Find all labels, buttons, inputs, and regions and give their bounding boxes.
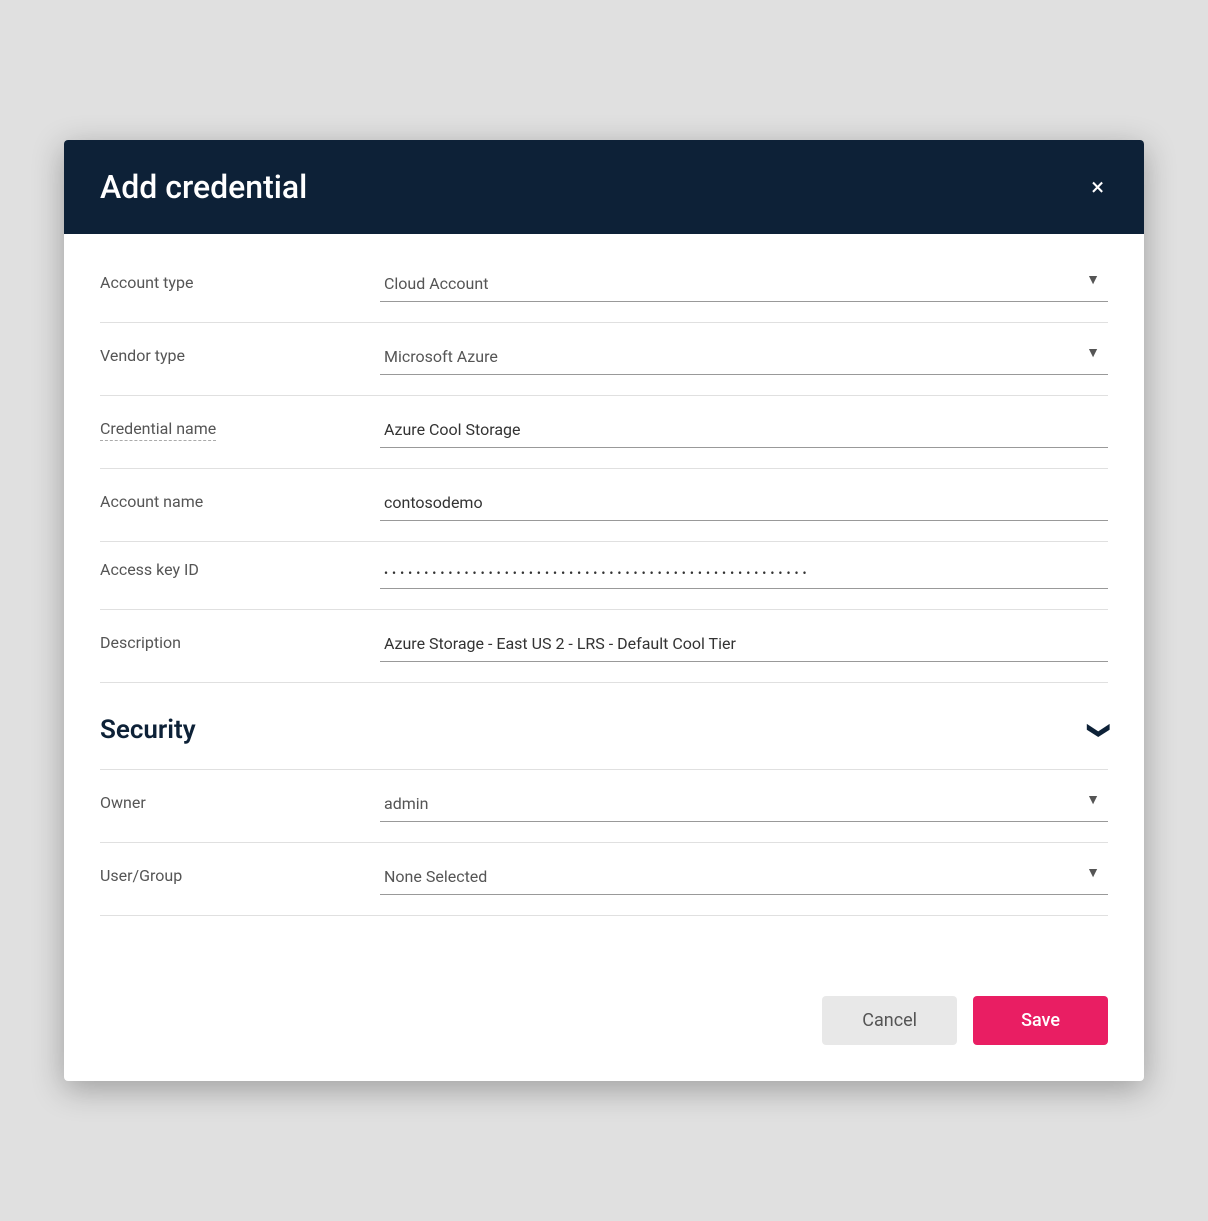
vendor-type-label: Vendor type: [100, 346, 380, 375]
user-group-control: None Selected ▼: [380, 859, 1108, 895]
account-name-label: Account name: [100, 492, 380, 521]
divider-3: [100, 468, 1108, 469]
description-control: [380, 626, 1108, 662]
modal-title: Add credential: [100, 168, 307, 206]
divider-2: [100, 395, 1108, 396]
close-button[interactable]: ×: [1087, 171, 1108, 203]
modal-body: Account type Cloud Account ▼ Vendor type…: [64, 234, 1144, 964]
credential-name-input[interactable]: [380, 412, 1108, 448]
account-type-select[interactable]: Cloud Account: [380, 266, 1108, 302]
security-chevron-icon[interactable]: ❯: [1086, 721, 1111, 739]
security-section-title: Security: [100, 715, 196, 745]
cancel-button[interactable]: Cancel: [822, 996, 957, 1045]
description-input[interactable]: [380, 626, 1108, 662]
modal-footer: Cancel Save: [64, 964, 1144, 1081]
owner-label: Owner: [100, 793, 380, 822]
access-key-input[interactable]: [380, 558, 1108, 589]
divider-1: [100, 322, 1108, 323]
user-group-row: User/Group None Selected ▼: [100, 859, 1108, 899]
account-type-label: Account type: [100, 273, 380, 302]
divider-8: [100, 842, 1108, 843]
vendor-type-select[interactable]: Microsoft Azure: [380, 339, 1108, 375]
modal-container: Add credential × Account type Cloud Acco…: [64, 140, 1144, 1081]
vendor-type-row: Vendor type Microsoft Azure ▼: [100, 339, 1108, 379]
modal-header: Add credential ×: [64, 140, 1144, 234]
credential-name-control: [380, 412, 1108, 448]
divider-7: [100, 769, 1108, 770]
access-key-control: [380, 558, 1108, 589]
description-label: Description: [100, 633, 380, 662]
security-section-header: Security ❯: [100, 699, 1108, 753]
account-name-input[interactable]: [380, 485, 1108, 521]
account-type-control: Cloud Account ▼: [380, 266, 1108, 302]
access-key-label: Access key ID: [100, 560, 380, 589]
divider-4: [100, 541, 1108, 542]
user-group-select[interactable]: None Selected: [380, 859, 1108, 895]
credential-name-row: Credential name: [100, 412, 1108, 452]
access-key-row: Access key ID: [100, 558, 1108, 593]
credential-name-label: Credential name: [100, 419, 380, 448]
divider-5: [100, 609, 1108, 610]
divider-9: [100, 915, 1108, 916]
description-row: Description: [100, 626, 1108, 666]
owner-select[interactable]: admin: [380, 786, 1108, 822]
divider-6: [100, 682, 1108, 683]
vendor-type-control: Microsoft Azure ▼: [380, 339, 1108, 375]
account-name-row: Account name: [100, 485, 1108, 525]
owner-control: admin ▼: [380, 786, 1108, 822]
account-type-row: Account type Cloud Account ▼: [100, 266, 1108, 306]
save-button[interactable]: Save: [973, 996, 1108, 1045]
user-group-label: User/Group: [100, 866, 380, 895]
owner-row: Owner admin ▼: [100, 786, 1108, 826]
account-name-control: [380, 485, 1108, 521]
